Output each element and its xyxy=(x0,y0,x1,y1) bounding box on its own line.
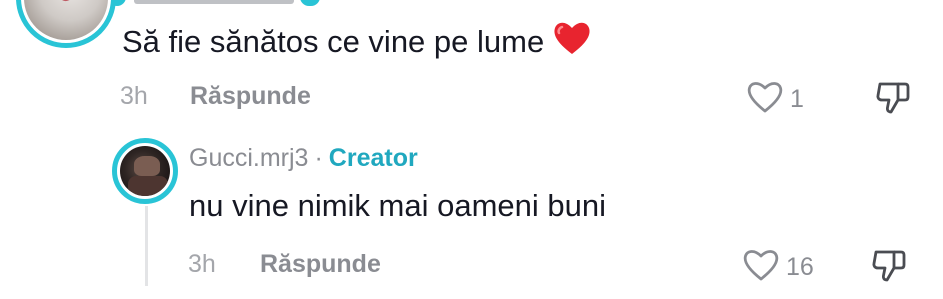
username-cropped xyxy=(134,0,294,4)
thumbs-down-icon xyxy=(870,250,908,288)
like-button[interactable]: 16 xyxy=(742,248,814,287)
like-count: 1 xyxy=(790,85,804,113)
comment-text: Să fie sănătos ce vine pe lume xyxy=(122,20,592,61)
separator: · xyxy=(314,144,323,172)
comment-body: Să fie sănătos ce vine pe lume xyxy=(122,24,545,59)
reply-button[interactable]: Răspunde xyxy=(190,84,311,109)
comments-thread: Să fie sănătos ce vine pe lume 3h Răspun… xyxy=(0,0,943,299)
heart-outline-icon xyxy=(746,80,784,119)
dislike-button[interactable] xyxy=(870,246,908,289)
verified-badge-icon xyxy=(300,0,320,6)
reply-avatar[interactable] xyxy=(112,138,178,204)
reply-text: nu vine nimik mai oameni buni xyxy=(189,188,606,223)
like-button[interactable]: 1 xyxy=(746,80,804,119)
heart-outline-icon xyxy=(742,248,780,287)
creator-badge: Creator xyxy=(328,144,418,172)
red-heart-emoji xyxy=(552,20,592,61)
thread-line xyxy=(145,206,148,286)
reply-header: Gucci.mrj3 · Creator xyxy=(189,146,418,171)
avatar-image xyxy=(120,146,170,196)
reply-timestamp: 3h xyxy=(188,250,216,278)
avatar[interactable] xyxy=(16,0,116,48)
like-count: 16 xyxy=(786,253,814,281)
reply-button[interactable]: Răspunde xyxy=(260,252,381,277)
dislike-button[interactable] xyxy=(874,78,912,121)
thumbs-down-icon xyxy=(874,82,912,120)
comment-timestamp: 3h xyxy=(120,82,148,110)
reply-username[interactable]: Gucci.mrj3 xyxy=(189,144,308,172)
avatar-image xyxy=(24,0,108,40)
